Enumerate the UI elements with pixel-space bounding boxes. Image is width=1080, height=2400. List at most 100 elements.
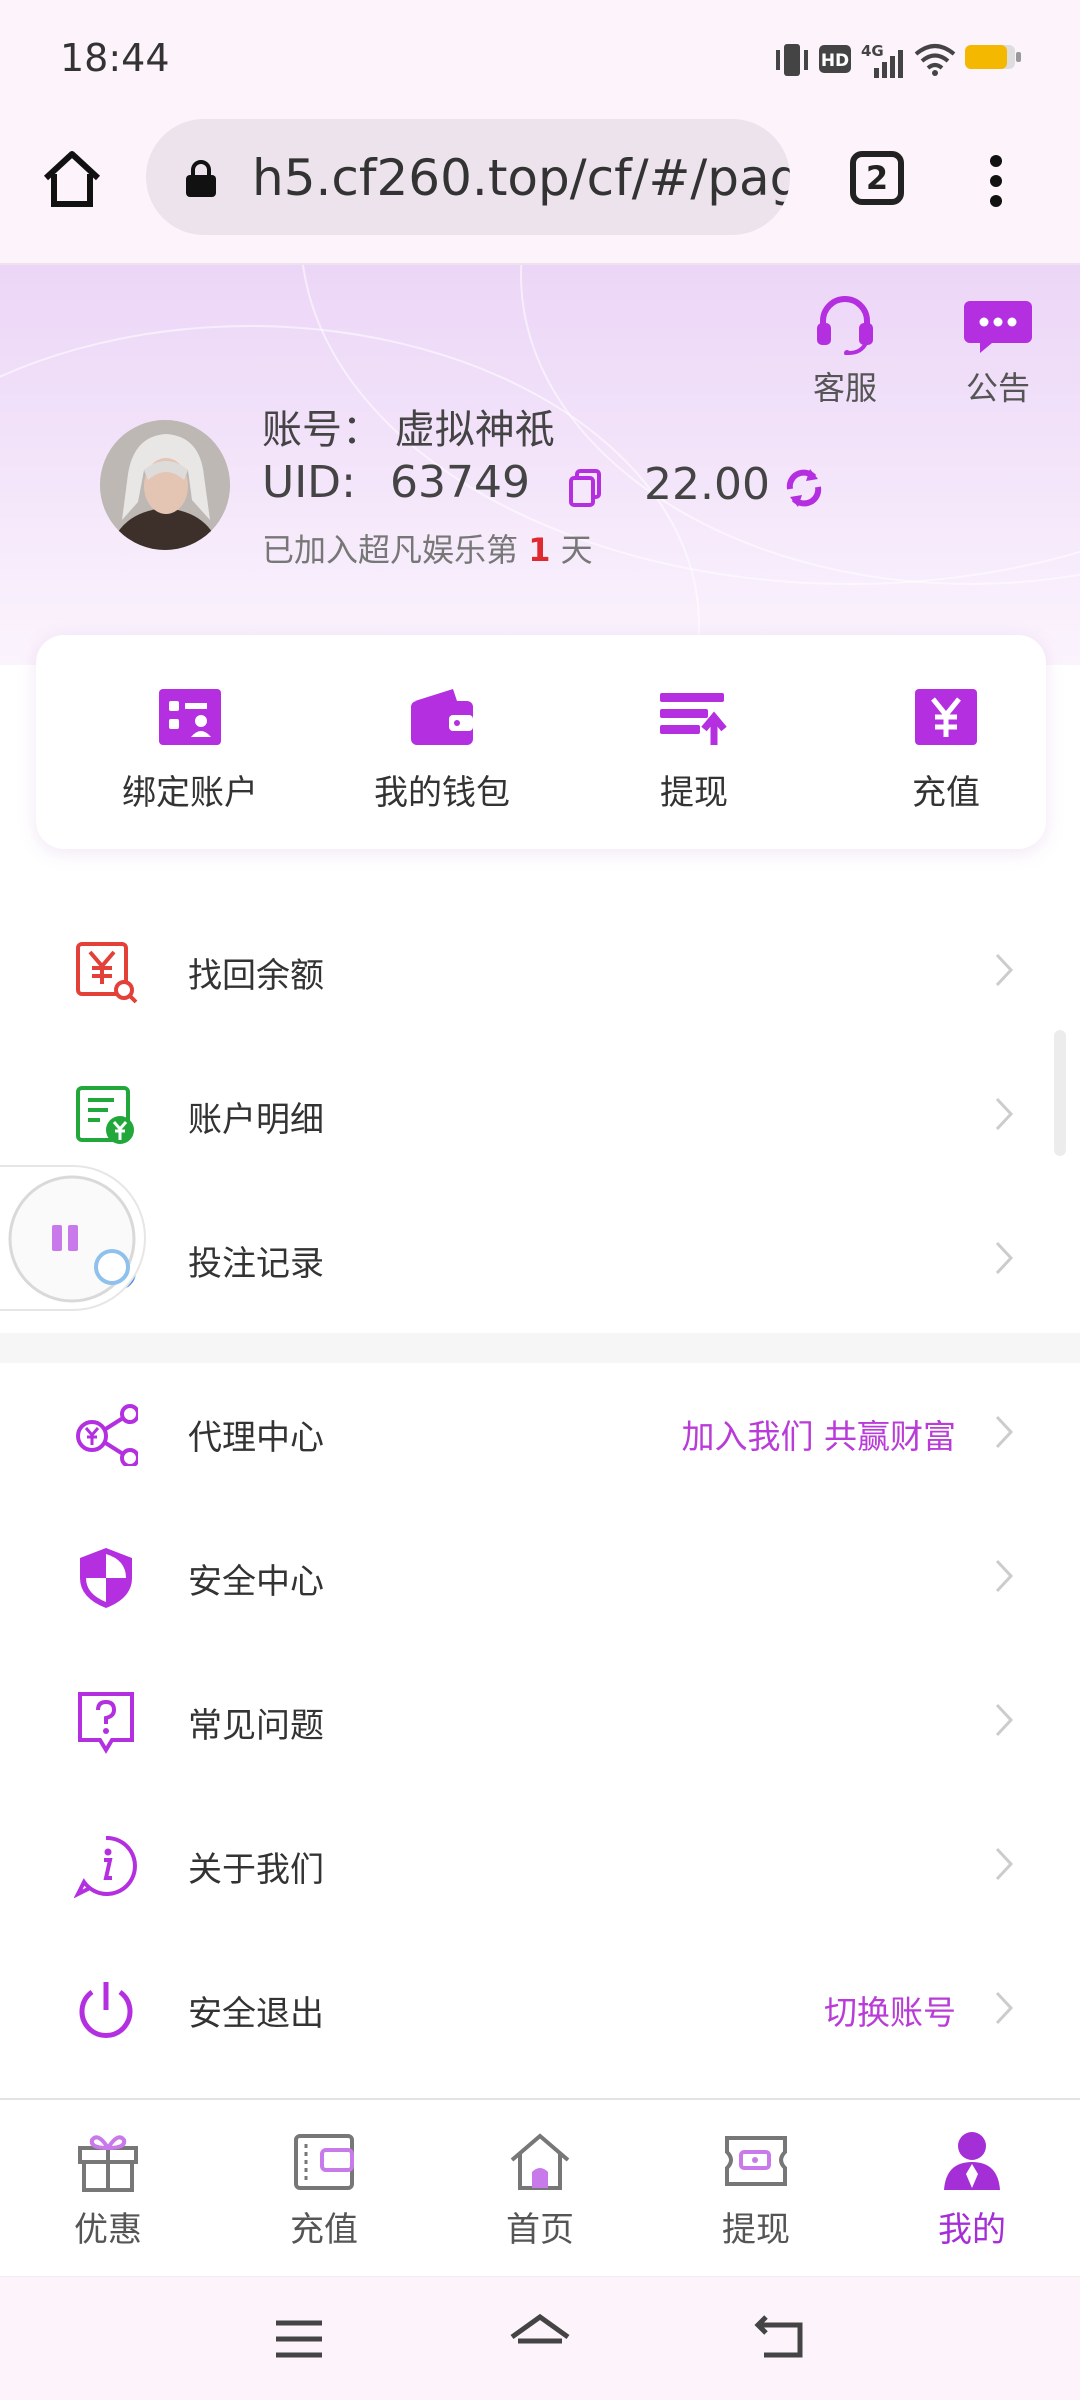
menu-icon[interactable] — [274, 2319, 324, 2359]
recover-balance-icon — [76, 942, 138, 1004]
avatar[interactable] — [100, 420, 230, 550]
quick-action-wallet[interactable]: 我的钱包 — [332, 687, 552, 814]
agent-center-icon — [76, 1404, 138, 1466]
account-name: 账号： 虚拟神祇 — [262, 407, 555, 453]
nav-label: 提现 — [722, 2210, 790, 2250]
chevron-right-icon — [995, 1097, 1014, 1131]
vibrate-icon — [776, 44, 808, 76]
quick-action-label: 我的钱包 — [374, 773, 510, 813]
tab-switcher-button[interactable]: 2 — [850, 151, 904, 205]
info-icon — [74, 1835, 137, 1898]
quick-action-label: 绑定账户 — [122, 773, 258, 813]
scroll-indicator — [1054, 1030, 1066, 1156]
join-days-text: 已加入超凡娱乐第 1 天 — [262, 531, 593, 569]
menu-item-security-center[interactable]: 安全中心 — [0, 1506, 1080, 1650]
wallet-icon — [294, 2134, 354, 2190]
chevron-right-icon — [995, 1241, 1014, 1275]
notice-label: 公告 — [965, 369, 1030, 407]
switch-account-link[interactable]: 切换账号 — [824, 1986, 956, 2034]
section-divider — [0, 1333, 1080, 1363]
bottom-navigation: 优惠 充值 首页 提现 我的 — [0, 2098, 1080, 2276]
hd-icon: HD — [819, 45, 851, 73]
menu-item-label: 账户明细 — [188, 1100, 324, 1140]
nav-tab-promotions[interactable]: 优惠 — [38, 2130, 178, 2251]
menu-item-label: 找回余额 — [188, 956, 324, 996]
avatar-image — [100, 420, 230, 550]
menu-item-label: 投注记录 — [188, 1244, 324, 1284]
customer-service-button[interactable]: 客服 — [790, 293, 900, 409]
nav-label: 优惠 — [74, 2210, 142, 2250]
status-bar: 18:44 HD 4G — [0, 0, 1080, 115]
menu-item-label: 常见问题 — [188, 1706, 324, 1746]
back-icon[interactable] — [754, 2313, 806, 2361]
home-icon — [510, 2133, 570, 2190]
chat-bubble-icon — [964, 301, 1032, 353]
nav-tab-withdraw[interactable]: 提现 — [686, 2130, 826, 2251]
quick-action-bind-account[interactable]: 绑定账户 — [80, 687, 300, 814]
chevron-right-icon — [995, 953, 1014, 987]
profile-header: 客服 公告 账号： 虚拟神祇 UID: 63749 22.00 已加入超凡娱乐第… — [0, 265, 1080, 665]
quick-action-recharge[interactable]: 充值 — [836, 687, 1056, 814]
user-icon — [944, 2132, 1000, 2190]
ticket-icon — [725, 2136, 787, 2186]
more-menu-icon[interactable] — [986, 153, 1006, 209]
refresh-icon[interactable] — [782, 467, 826, 509]
address-bar[interactable]: h5.cf260.top/cf/#/page — [146, 119, 790, 235]
lock-icon — [186, 160, 216, 197]
floating-assistant-button[interactable] — [0, 1165, 146, 1311]
nav-label: 我的 — [938, 2210, 1006, 2250]
chevron-right-icon — [995, 1559, 1014, 1593]
quick-action-withdraw[interactable]: 提现 — [584, 687, 804, 814]
nav-label: 充值 — [290, 2210, 358, 2250]
quick-action-label: 充值 — [912, 773, 980, 813]
uid-label: UID: — [262, 457, 356, 508]
menu-item-recover-balance[interactable]: 找回余额 — [0, 900, 1080, 1044]
headset-icon — [817, 296, 873, 356]
chevron-right-icon — [995, 1991, 1014, 2025]
nav-label: 首页 — [506, 2210, 574, 2250]
signal-icon: 4G — [861, 42, 903, 78]
status-time: 18:44 — [60, 36, 170, 80]
battery-icon — [965, 45, 1021, 69]
shield-icon — [80, 1548, 132, 1608]
menu-item-label: 关于我们 — [188, 1850, 324, 1890]
home-icon[interactable] — [508, 2313, 572, 2361]
menu-item-label: 代理中心 — [188, 1418, 324, 1458]
menu-item-account-details[interactable]: 账户明细 — [0, 1044, 1080, 1188]
nav-tab-mine[interactable]: 我的 — [902, 2130, 1042, 2251]
system-navigation-bar — [0, 2276, 1080, 2400]
wallet-icon — [411, 689, 473, 745]
menu-item-label: 安全中心 — [188, 1562, 324, 1602]
menu-item-faq[interactable]: 常见问题 — [0, 1650, 1080, 1794]
svg-text:4G: 4G — [861, 42, 884, 60]
wifi-icon — [914, 44, 956, 76]
chevron-right-icon — [995, 1847, 1014, 1881]
uid-value: 63749 — [390, 457, 530, 508]
power-icon — [79, 1982, 133, 2038]
gift-icon — [78, 2135, 138, 2192]
floating-ball-icon — [8, 1175, 136, 1303]
nav-tab-recharge[interactable]: 充值 — [254, 2130, 394, 2251]
balance-value: 22.00 — [644, 459, 770, 510]
account-details-icon — [76, 1086, 134, 1144]
faq-icon — [78, 1692, 134, 1754]
customer-service-label: 客服 — [812, 369, 877, 407]
menu-item-agent-center[interactable]: 代理中心 加入我们 共赢财富 — [0, 1362, 1080, 1506]
copy-icon[interactable] — [568, 469, 602, 507]
quick-actions-card: 绑定账户 我的钱包 提现 充值 — [36, 635, 1046, 849]
menu-item-label: 安全退出 — [188, 1994, 324, 2034]
url-text: h5.cf260.top/cf/#/page — [252, 149, 790, 207]
menu-item-about-us[interactable]: 关于我们 — [0, 1794, 1080, 1938]
menu-item-bet-record[interactable]: 投注记录 — [0, 1188, 1080, 1332]
withdraw-icon — [660, 693, 727, 745]
svg-text:HD: HD — [821, 51, 849, 71]
nav-tab-home[interactable]: 首页 — [470, 2130, 610, 2251]
notice-button[interactable]: 公告 — [943, 293, 1053, 409]
bind-account-icon — [159, 689, 221, 745]
menu-item-logout[interactable]: 安全退出 切换账号 — [0, 1938, 1080, 2082]
home-icon[interactable] — [40, 148, 104, 210]
browser-bar: h5.cf260.top/cf/#/page 2 — [0, 115, 1080, 265]
quick-action-label: 提现 — [660, 773, 728, 813]
chevron-right-icon — [995, 1703, 1014, 1737]
agent-center-slogan: 加入我们 共赢财富 — [681, 1417, 957, 1456]
